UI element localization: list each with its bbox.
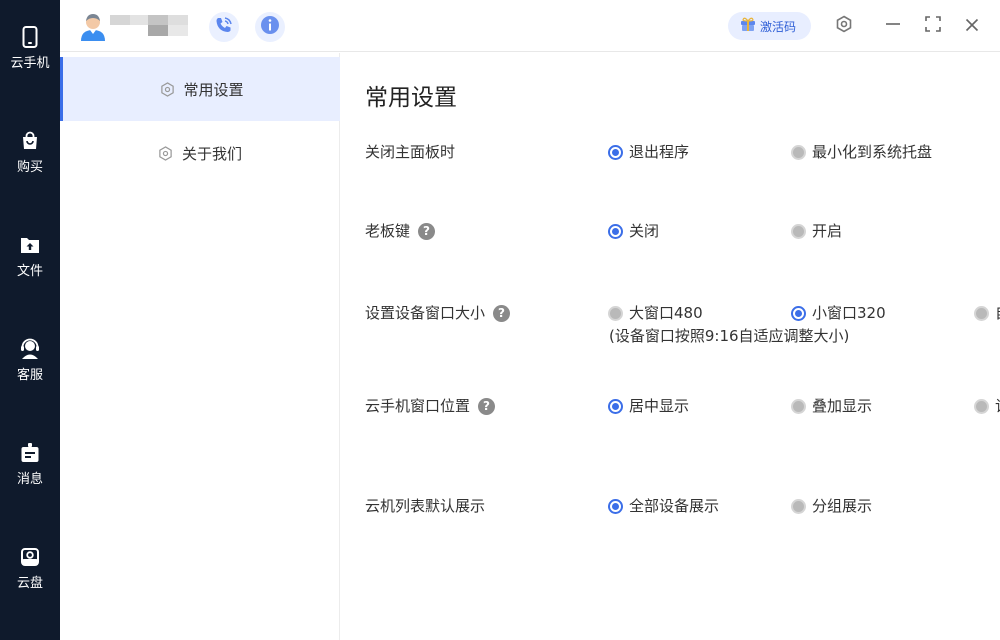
setting-label-text: 云机列表默认展示 [365, 497, 486, 515]
option-label: 全部设备展示 [629, 497, 720, 515]
option-label: 最小化到系统托盘 [812, 143, 933, 161]
setting-label-text: 云手机窗口位置 [365, 397, 471, 415]
sidebar-item-label: 关于我们 [181, 144, 242, 163]
activate-code-label: 激活码 [760, 19, 797, 34]
option-label: 自 [995, 303, 1000, 323]
nav-item-customer-service[interactable]: 客服 [0, 338, 60, 418]
setting-label-close-panel: 关闭主面板时 [365, 142, 455, 162]
option-label: 居中显示 [629, 397, 690, 415]
user-avatar-icon[interactable] [80, 13, 106, 41]
window-size-note: (设备窗口按照9:16自适应调整大小) [609, 327, 850, 345]
settings-button[interactable] [833, 15, 855, 37]
page-title: 常用设置 [365, 85, 457, 111]
radio-show-all-devices[interactable]: 全部设备展示 [608, 496, 719, 516]
setting-label-boss-key: 老板键 ? [365, 221, 436, 241]
radio-button-selected[interactable] [608, 223, 623, 239]
left-nav: 云手机 购买 文件 客服 消息 云盘 [0, 0, 60, 640]
setting-label-window-position: 云手机窗口位置 ? [365, 396, 496, 416]
settings-icon [158, 145, 174, 161]
customer-service-icon [19, 338, 41, 360]
setting-label-list-default: 云机列表默认展示 [365, 496, 485, 516]
fullscreen-button[interactable] [922, 15, 944, 37]
radio-overlay-display[interactable]: 叠加显示 [791, 396, 872, 416]
file-upload-icon [19, 234, 41, 256]
radio-boss-key-on[interactable]: 开启 [791, 221, 842, 241]
message-icon [19, 442, 41, 464]
help-icon[interactable]: ? [478, 397, 496, 415]
radio-group-display[interactable]: 分组展示 [791, 496, 872, 516]
gift-icon [740, 16, 756, 36]
nav-label: 云手机 [10, 56, 50, 71]
close-icon [965, 17, 979, 36]
option-label: 大窗口480 [629, 304, 703, 322]
radio-button-selected[interactable] [608, 144, 623, 160]
radio-minimize-to-tray[interactable]: 最小化到系统托盘 [791, 142, 932, 162]
help-icon[interactable]: ? [493, 304, 511, 322]
setting-label-window-size: 设置设备窗口大小 ? [365, 303, 511, 323]
sidebar-item-label: 常用设置 [183, 80, 244, 99]
option-label: 记 [995, 396, 1000, 416]
option-label: 分组展示 [812, 497, 873, 515]
radio-button[interactable] [791, 223, 806, 239]
sidebar-item-common-settings[interactable]: 常用设置 [60, 57, 340, 121]
radio-remember-position[interactable]: 记 [974, 396, 1000, 416]
radio-button-selected[interactable] [608, 498, 623, 514]
nav-label: 文件 [16, 264, 43, 279]
settings-icon [159, 81, 175, 97]
option-label: 关闭 [629, 222, 660, 240]
phone-call-button[interactable] [209, 12, 239, 42]
radio-button[interactable] [791, 398, 806, 414]
nav-label: 购买 [16, 160, 43, 175]
shopping-bag-icon [19, 130, 41, 152]
nav-item-messages[interactable]: 消息 [0, 442, 60, 522]
phone-call-icon [215, 16, 233, 38]
minimize-button[interactable] [882, 15, 904, 37]
radio-button-selected[interactable] [791, 305, 806, 321]
option-label: 退出程序 [629, 143, 690, 161]
radio-button[interactable] [974, 305, 989, 321]
radio-button[interactable] [974, 398, 989, 414]
radio-large-window[interactable]: 大窗口480 [608, 303, 703, 323]
nav-item-buy[interactable]: 购买 [0, 130, 60, 210]
sidebar-item-about-us[interactable]: 关于我们 [60, 121, 340, 185]
close-button[interactable] [961, 15, 983, 37]
radio-custom-window[interactable]: 自 [974, 303, 1000, 323]
cloud-disk-icon [19, 546, 41, 568]
settings-icon [835, 15, 853, 37]
radio-center-display[interactable]: 居中显示 [608, 396, 689, 416]
radio-button[interactable] [791, 144, 806, 160]
radio-boss-key-off[interactable]: 关闭 [608, 221, 659, 241]
nav-label: 消息 [16, 472, 43, 487]
nav-item-cloud-phone[interactable]: 云手机 [0, 26, 60, 106]
fullscreen-icon [925, 16, 941, 36]
radio-button[interactable] [791, 498, 806, 514]
option-label: 开启 [812, 222, 843, 240]
settings-panel: 常用设置 关闭主面板时 退出程序 最小化到系统托盘 老板键 ? 关闭 开启 设置… [341, 53, 1000, 640]
nav-label: 客服 [16, 368, 43, 383]
info-icon [260, 15, 280, 39]
username-redacted [110, 15, 188, 37]
setting-label-text: 设置设备窗口大小 [365, 304, 486, 322]
radio-button[interactable] [608, 305, 623, 321]
activate-code-button[interactable]: 激活码 [728, 12, 811, 40]
settings-sidebar: 常用设置 关于我们 [60, 53, 340, 640]
setting-label-text: 关闭主面板时 [365, 143, 456, 161]
radio-button-selected[interactable] [608, 398, 623, 414]
help-icon[interactable]: ? [418, 222, 436, 240]
phone-icon [19, 26, 41, 48]
minimize-icon [885, 16, 901, 36]
nav-item-files[interactable]: 文件 [0, 234, 60, 314]
radio-exit-program[interactable]: 退出程序 [608, 142, 689, 162]
nav-label: 云盘 [16, 576, 43, 591]
top-bar: 激活码 [60, 0, 1000, 52]
info-button[interactable] [255, 12, 285, 42]
option-label: 小窗口320 [812, 304, 886, 322]
setting-label-text: 老板键 [365, 222, 411, 240]
nav-item-cloud-disk[interactable]: 云盘 [0, 546, 60, 626]
option-label: 叠加显示 [812, 397, 873, 415]
radio-small-window[interactable]: 小窗口320 [791, 303, 886, 323]
